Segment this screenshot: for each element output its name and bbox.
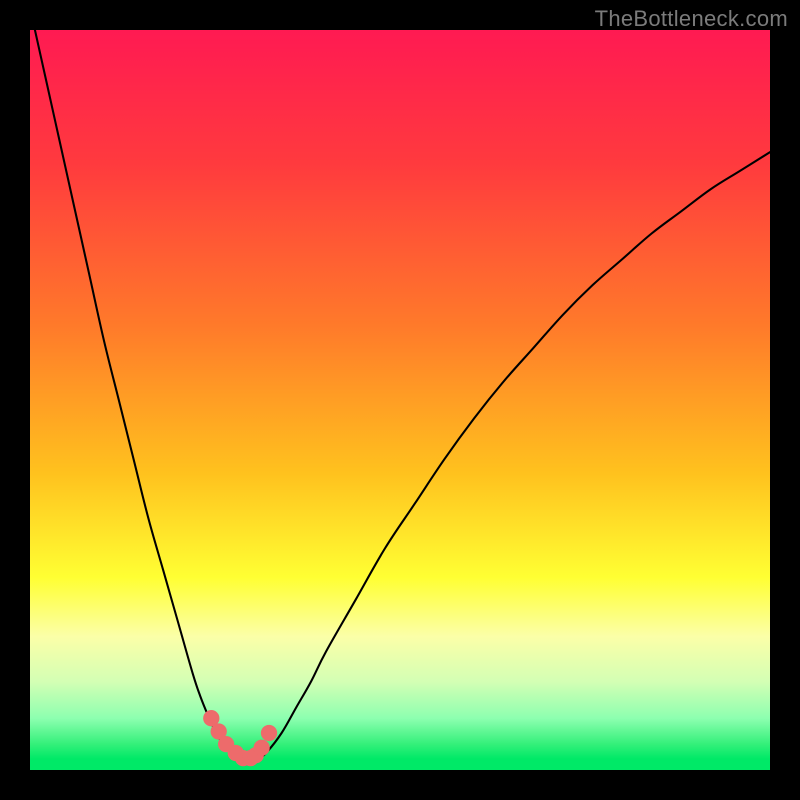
marker-dot xyxy=(261,725,277,741)
outer-frame: TheBottleneck.com xyxy=(0,0,800,800)
plot-area xyxy=(30,30,770,770)
watermark-text: TheBottleneck.com xyxy=(595,6,788,32)
chart-svg xyxy=(30,30,770,770)
marker-dot xyxy=(253,740,269,756)
highlight-markers xyxy=(203,710,277,766)
bottleneck-curve xyxy=(30,30,770,762)
